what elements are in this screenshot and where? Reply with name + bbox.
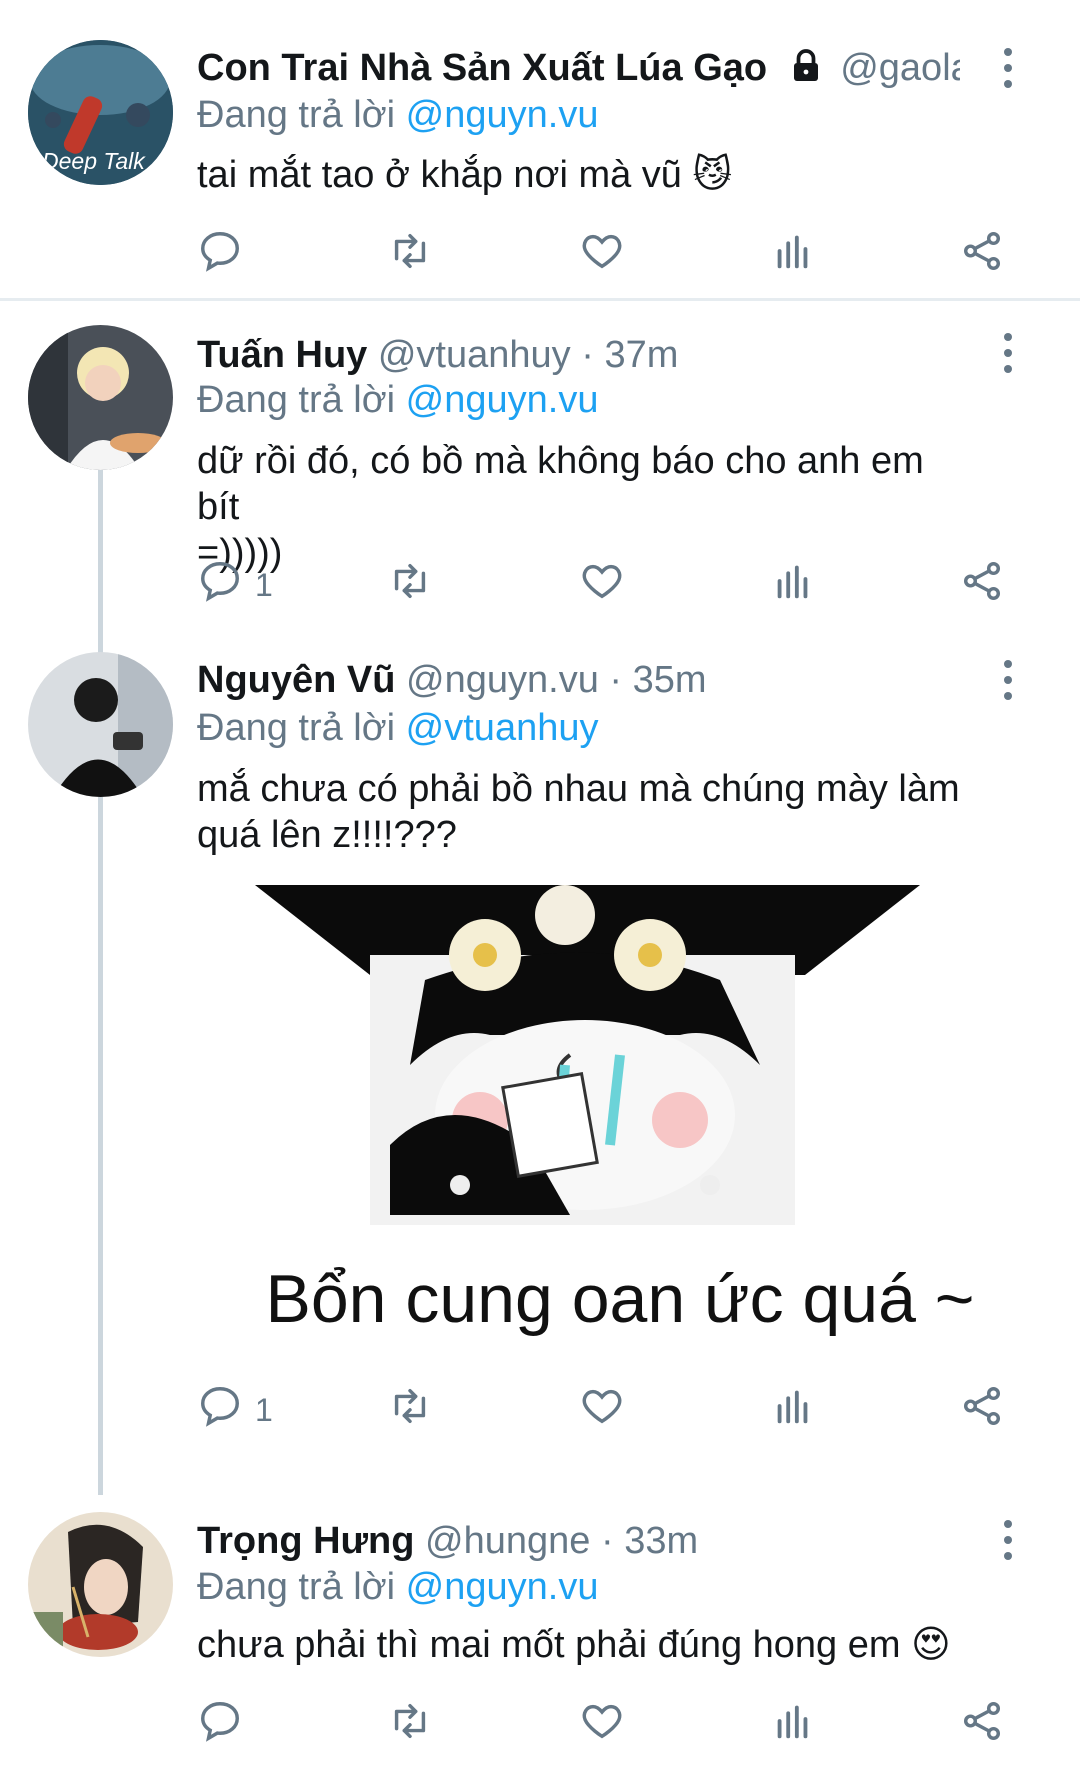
replying-to: Đang trả lời @vtuanhuy — [197, 705, 598, 751]
avatar-image — [28, 325, 173, 470]
handle[interactable]: @vtuanhuy — [378, 334, 571, 376]
share-icon — [959, 228, 1005, 282]
avatar[interactable] — [28, 652, 173, 797]
retweet-button[interactable] — [387, 1700, 433, 1750]
reply-button[interactable]: 1 — [197, 1385, 273, 1435]
analytics-icon — [770, 1698, 816, 1752]
analytics-button[interactable] — [770, 560, 816, 610]
more-icon[interactable] — [998, 333, 1018, 373]
retweet-icon — [387, 558, 433, 612]
tweet-text: chưa phải thì mai mốt phải đúng hong em … — [197, 1624, 951, 1666]
tweet-text: mắ chưa có phải bồ nhau mà chúng mày làm… — [197, 766, 970, 858]
display-name[interactable]: Nguyên Vũ — [197, 659, 395, 701]
tweet-text-line: dữ rồi đó, có bồ mà không báo cho anh em… — [197, 440, 924, 528]
analytics-icon — [770, 228, 816, 282]
display-name[interactable]: Con Trai Nhà Sản Xuất Lúa Gạo — [197, 47, 767, 89]
share-button[interactable] — [959, 230, 1005, 280]
tweet-header: Tuấn Huy @vtuanhuy · 37m — [197, 332, 960, 378]
mention-link[interactable]: @nguyn.vu — [406, 94, 599, 136]
tweet-actions — [197, 1700, 1017, 1750]
analytics-button[interactable] — [770, 1385, 816, 1435]
tweet-1[interactable]: Deep Talk Con Trai Nhà Sản Xuất Lúa Gạo … — [0, 0, 1080, 300]
timestamp[interactable]: · 33m — [601, 1520, 698, 1562]
tweet-actions: 1 — [197, 560, 1017, 610]
tweet-actions — [197, 230, 1017, 280]
replying-prefix: Đang trả lời — [197, 707, 396, 749]
more-icon[interactable] — [998, 660, 1018, 700]
retweet-icon — [387, 1698, 433, 1752]
analytics-icon — [770, 1383, 816, 1437]
tweet-3[interactable]: Nguyên Vũ @nguyn.vu · 35m Đang trả lời @… — [0, 630, 1080, 1480]
tweet-header: Con Trai Nhà Sản Xuất Lúa Gạo @gaola... — [197, 45, 960, 95]
tweet-text: tai mắt tao ở khắp nơi mà vũ 😼 — [197, 154, 733, 196]
share-button[interactable] — [959, 1700, 1005, 1750]
reply-count: 1 — [255, 566, 273, 603]
avatar[interactable]: Deep Talk — [28, 40, 173, 185]
retweet-icon — [387, 1383, 433, 1437]
reply-icon — [197, 228, 243, 282]
share-icon — [959, 558, 1005, 612]
replying-to: Đang trả lời @nguyn.vu — [197, 377, 598, 423]
like-icon — [579, 1383, 625, 1437]
timestamp[interactable]: · 35m — [609, 659, 706, 701]
like-icon — [579, 1698, 625, 1752]
avatar[interactable] — [28, 1512, 173, 1657]
replying-prefix: Đang trả lời — [197, 379, 396, 421]
retweet-icon — [387, 228, 433, 282]
like-button[interactable] — [579, 230, 625, 280]
reply-icon — [197, 1383, 243, 1437]
reply-icon — [197, 1698, 243, 1752]
meme-caption: Bổn cung oan ức quá ~ — [265, 1261, 975, 1337]
handle[interactable]: @gaola... — [840, 47, 960, 89]
avatar[interactable] — [28, 325, 173, 470]
display-name[interactable]: Trọng Hưng — [197, 1520, 414, 1562]
tweet-2[interactable]: Tuấn Huy @vtuanhuy · 37m Đang trả lời @n… — [0, 300, 1080, 630]
avatar-image — [28, 652, 173, 797]
analytics-button[interactable] — [770, 230, 816, 280]
retweet-button[interactable] — [387, 1385, 433, 1435]
mention-link[interactable]: @nguyn.vu — [406, 379, 599, 421]
tweet-4[interactable]: Trọng Hưng @hungne · 33m Đang trả lời @n… — [0, 1480, 1080, 1768]
reply-button[interactable]: 1 — [197, 560, 273, 610]
analytics-button[interactable] — [770, 1700, 816, 1750]
reply-count: 1 — [255, 1391, 273, 1428]
display-name[interactable]: Tuấn Huy — [197, 334, 367, 376]
reply-button[interactable] — [197, 1700, 255, 1750]
tweet-media-image[interactable]: Bổn cung oan ức quá ~ — [250, 885, 990, 1355]
avatar-image — [28, 1512, 173, 1657]
share-icon — [959, 1383, 1005, 1437]
like-button[interactable] — [579, 560, 625, 610]
share-icon — [959, 1698, 1005, 1752]
handle[interactable]: @nguyn.vu — [406, 659, 599, 701]
like-button[interactable] — [579, 1385, 625, 1435]
replying-to: Đang trả lời @nguyn.vu — [197, 1564, 598, 1610]
share-button[interactable] — [959, 1385, 1005, 1435]
more-icon[interactable] — [998, 48, 1018, 88]
reply-icon — [197, 558, 243, 612]
lock-icon — [788, 48, 824, 95]
share-button[interactable] — [959, 560, 1005, 610]
tweet-text-line: quá lên z!!!!??? — [197, 814, 457, 856]
like-icon — [579, 228, 625, 282]
replying-to: Đang trả lời @nguyn.vu — [197, 92, 598, 138]
tweet-actions: 1 — [197, 1385, 1017, 1435]
like-button[interactable] — [579, 1700, 625, 1750]
tweet-header: Nguyên Vũ @nguyn.vu · 35m — [197, 657, 960, 703]
tweet-text: dữ rồi đó, có bồ mà không báo cho anh em… — [197, 438, 970, 576]
reply-button[interactable] — [197, 230, 255, 280]
replying-prefix: Đang trả lời — [197, 1566, 396, 1608]
retweet-button[interactable] — [387, 230, 433, 280]
avatar-label: Deep Talk — [42, 148, 145, 174]
analytics-icon — [770, 558, 816, 612]
tweet-text-line: mắ chưa có phải bồ nhau mà chúng mày làm — [197, 768, 960, 810]
mention-link[interactable]: @nguyn.vu — [406, 1566, 599, 1608]
replying-prefix: Đang trả lời — [197, 94, 396, 136]
timestamp[interactable]: · 37m — [581, 334, 678, 376]
more-icon[interactable] — [998, 1520, 1018, 1560]
handle[interactable]: @hungne — [425, 1520, 590, 1562]
tweet-header: Trọng Hưng @hungne · 33m — [197, 1518, 960, 1564]
mention-link[interactable]: @vtuanhuy — [406, 707, 599, 749]
retweet-button[interactable] — [387, 560, 433, 610]
like-icon — [579, 558, 625, 612]
